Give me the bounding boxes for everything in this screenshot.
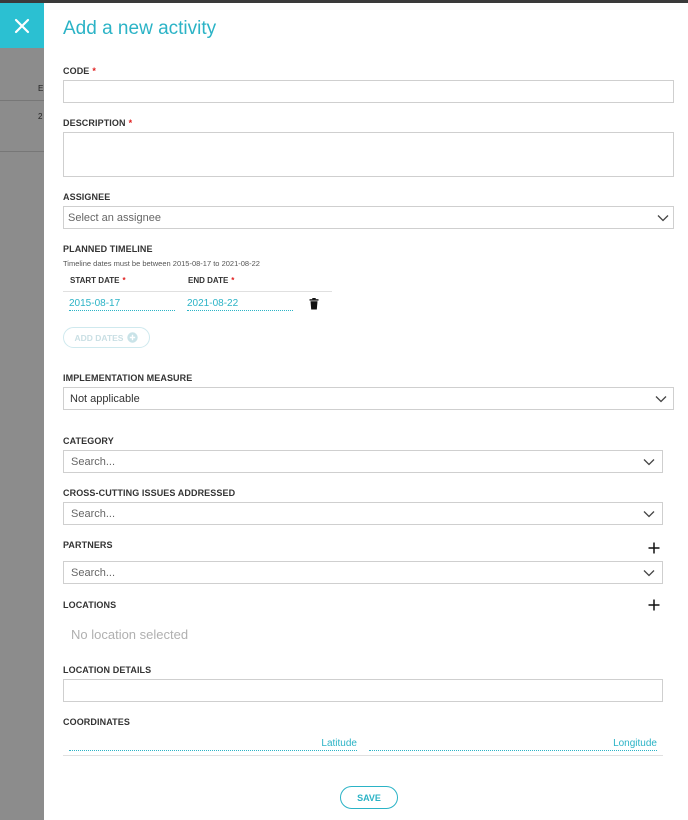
- cross-cutting-search-placeholder: Search...: [71, 507, 116, 520]
- category-label: CATEGORY: [63, 436, 114, 446]
- chevron-down-icon: [643, 458, 655, 465]
- background-text: E: [38, 84, 44, 93]
- coordinates-divider: [63, 755, 663, 756]
- assignee-select[interactable]: Select an assignee: [63, 206, 674, 229]
- window-top-border: [0, 0, 688, 3]
- chevron-down-icon: [643, 510, 655, 517]
- end-date-header: END DATE *: [188, 276, 235, 285]
- description-label: DESCRIPTION *: [63, 118, 133, 128]
- background-page: E 2: [0, 0, 44, 820]
- end-date-field[interactable]: 2021-08-22: [187, 298, 293, 311]
- chevron-down-icon: [657, 214, 669, 221]
- partners-select[interactable]: Search...: [63, 561, 663, 584]
- locations-label: LOCATIONS: [63, 600, 117, 610]
- plus-circle-icon: [127, 332, 139, 343]
- no-location-text: No location selected: [71, 627, 189, 642]
- timeline-hint: Timeline dates must be between 2015-08-1…: [63, 259, 260, 268]
- timeline-header-divider: [63, 291, 332, 292]
- trash-icon[interactable]: [309, 298, 319, 310]
- required-mark: *: [122, 276, 126, 285]
- required-mark: *: [92, 66, 97, 76]
- cross-cutting-select[interactable]: Search...: [63, 502, 663, 525]
- description-textarea[interactable]: [63, 132, 674, 177]
- chevron-down-icon: [655, 395, 667, 402]
- chevron-down-icon: [643, 569, 655, 576]
- close-icon: [14, 18, 30, 33]
- add-dates-button[interactable]: ADD DATES: [63, 327, 150, 348]
- location-details-label: LOCATION DETAILS: [63, 665, 152, 675]
- coordinates-label: COORDINATES: [63, 717, 130, 727]
- add-location-plus-icon[interactable]: [647, 598, 661, 612]
- background-divider: [0, 151, 44, 152]
- location-details-input[interactable]: [63, 679, 663, 702]
- required-mark: *: [128, 118, 133, 128]
- page-title: Add a new activity: [63, 18, 217, 39]
- partners-search-placeholder: Search...: [71, 566, 116, 579]
- implementation-measure-value: Not applicable: [70, 392, 140, 405]
- add-partner-plus-icon[interactable]: [647, 541, 661, 555]
- implementation-measure-select[interactable]: Not applicable: [63, 387, 674, 410]
- code-input[interactable]: [63, 80, 674, 103]
- planned-timeline-label: PLANNED TIMELINE: [63, 244, 153, 254]
- assignee-placeholder: Select an assignee: [68, 211, 161, 224]
- assignee-label: ASSIGNEE: [63, 192, 111, 202]
- longitude-input[interactable]: Longitude: [369, 738, 657, 751]
- add-dates-label: ADD DATES: [74, 332, 124, 343]
- background-text: 2: [38, 112, 43, 121]
- category-search-placeholder: Search...: [71, 455, 116, 468]
- cross-cutting-label: CROSS-CUTTING ISSUES ADDRESSED: [63, 488, 236, 498]
- category-select[interactable]: Search...: [63, 450, 663, 473]
- latitude-input[interactable]: Latitude: [69, 738, 357, 751]
- code-label: CODE *: [63, 66, 97, 76]
- partners-label: PARTNERS: [63, 540, 113, 550]
- background-divider: [0, 100, 44, 101]
- save-button[interactable]: SAVE: [340, 786, 398, 809]
- implementation-measure-label: IMPLEMENTATION MEASURE: [63, 373, 193, 383]
- start-date-header: START DATE *: [70, 276, 126, 285]
- close-button[interactable]: [0, 3, 44, 48]
- required-mark: *: [231, 276, 235, 285]
- start-date-field[interactable]: 2015-08-17: [69, 298, 175, 311]
